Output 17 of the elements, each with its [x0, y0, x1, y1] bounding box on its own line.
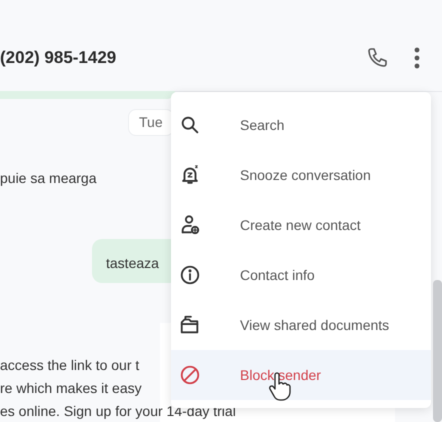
contact-phone-number: (202) 985-1429 — [0, 48, 116, 68]
add-person-icon — [179, 214, 201, 236]
menu-item[interactable]: Search — [171, 100, 431, 150]
block-icon — [179, 364, 201, 386]
menu-item[interactable]: View shared documents — [171, 300, 431, 350]
folder-icon — [179, 314, 201, 336]
menu-item[interactable]: Snooze conversation — [171, 150, 431, 200]
snooze-bell-icon — [179, 164, 201, 186]
message-text: puie sa mearga — [0, 169, 97, 188]
menu-item[interactable]: Block sender — [171, 350, 431, 400]
search-icon — [179, 114, 201, 136]
more-options-icon[interactable] — [414, 46, 420, 70]
message-text: access the link to our t — [0, 356, 140, 375]
message-text: re which makes it easy — [0, 379, 142, 398]
info-icon — [179, 264, 201, 286]
phone-icon[interactable] — [366, 46, 390, 70]
date-divider: Tue — [128, 109, 174, 136]
